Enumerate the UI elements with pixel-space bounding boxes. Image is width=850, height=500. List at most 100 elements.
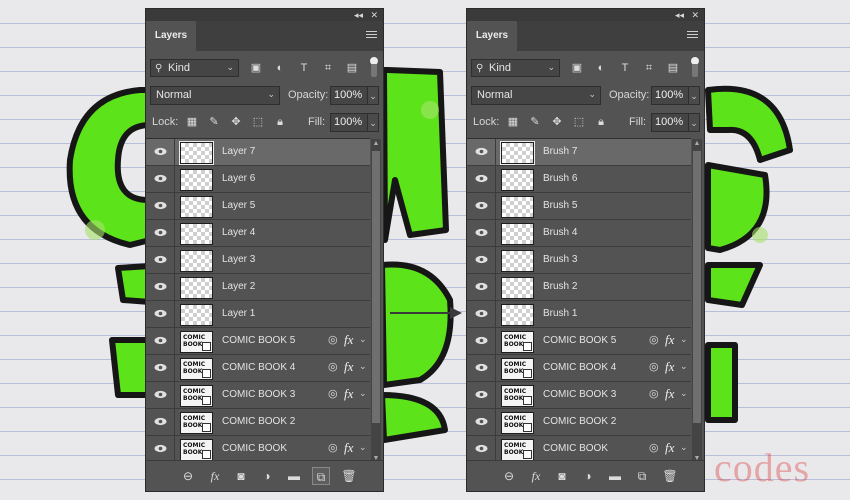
layer-row[interactable]: COMIC BOOK COMIC BOOK 4 ◎ fx ⌄	[146, 355, 370, 382]
layer-thumbnail[interactable]	[180, 169, 213, 191]
pixel-filter-icon[interactable]: ▣	[569, 60, 585, 76]
add-mask-icon[interactable]: ◙	[553, 467, 571, 485]
layer-list-scrollbar[interactable]: ▲ ▼	[371, 139, 381, 464]
expand-effects-icon[interactable]: ⌄	[680, 334, 688, 345]
filter-toggle[interactable]	[691, 57, 699, 79]
layer-thumbnail[interactable]	[501, 304, 534, 326]
layer-row[interactable]: Brush 7	[467, 139, 691, 166]
visibility-eye-icon[interactable]	[146, 193, 175, 219]
visibility-eye-icon[interactable]	[467, 328, 496, 354]
smart-object-thumbnail[interactable]: COMIC BOOK	[180, 385, 213, 407]
smart-object-thumbnail[interactable]: COMIC BOOK	[501, 439, 534, 461]
fx-icon[interactable]: fx	[344, 386, 353, 402]
smart-object-thumbnail[interactable]: COMIC BOOK	[180, 439, 213, 461]
lock-all-icon[interactable]: 🔒︎	[593, 114, 609, 130]
layer-name[interactable]: COMIC BOOK	[543, 443, 608, 454]
layer-row[interactable]: Layer 2	[146, 274, 370, 301]
layer-thumbnail[interactable]	[180, 277, 213, 299]
visibility-eye-icon[interactable]	[467, 166, 496, 192]
add-mask-icon[interactable]: ◙	[232, 467, 250, 485]
layer-row[interactable]: COMIC BOOK COMIC BOOK 2	[467, 409, 691, 436]
layer-name[interactable]: Layer 5	[222, 200, 255, 211]
layer-row[interactable]: Layer 4	[146, 220, 370, 247]
layer-row[interactable]: Brush 6	[467, 166, 691, 193]
adjustment-layer-icon[interactable]: ◑	[579, 467, 597, 485]
scroll-up-icon[interactable]: ▲	[371, 139, 381, 149]
layer-name[interactable]: Layer 3	[222, 254, 255, 265]
lock-image-brush-icon[interactable]: ✎	[527, 114, 543, 130]
layer-row[interactable]: Layer 6	[146, 166, 370, 193]
layer-list-scrollbar[interactable]: ▲ ▼	[692, 139, 702, 464]
filter-toggle[interactable]	[370, 57, 378, 79]
layer-row[interactable]: COMIC BOOK COMIC BOOK 4 ◎ fx ⌄	[467, 355, 691, 382]
smart-filter-icon[interactable]: ◎	[328, 360, 338, 373]
delete-layer-icon[interactable]: 🗑︎	[661, 467, 679, 485]
layer-row[interactable]: COMIC BOOK COMIC BOOK 2	[146, 409, 370, 436]
visibility-eye-icon[interactable]	[146, 409, 175, 435]
smart-filter-icon[interactable]: ◎	[649, 333, 659, 346]
new-group-icon[interactable]: ▬	[285, 467, 303, 485]
adjustment-layer-icon[interactable]: ◑	[258, 467, 276, 485]
layer-row[interactable]: Brush 1	[467, 301, 691, 328]
visibility-eye-icon[interactable]	[146, 355, 175, 381]
layer-thumbnail[interactable]	[179, 141, 214, 165]
layer-style-icon[interactable]: fx	[527, 467, 545, 485]
visibility-eye-icon[interactable]	[467, 436, 496, 462]
lock-image-brush-icon[interactable]: ✎	[206, 114, 222, 130]
visibility-eye-icon[interactable]	[467, 193, 496, 219]
visibility-eye-icon[interactable]	[146, 382, 175, 408]
layer-row[interactable]: Layer 1	[146, 301, 370, 328]
visibility-eye-icon[interactable]	[467, 247, 496, 273]
expand-effects-icon[interactable]: ⌄	[359, 334, 367, 345]
shape-filter-icon[interactable]: ⌗	[641, 60, 657, 76]
fill-chevron-icon[interactable]: ⌄	[688, 113, 700, 132]
opacity-field[interactable]: 100%	[330, 86, 368, 105]
lock-artboard-icon[interactable]: ⬚	[250, 114, 266, 130]
fill-field[interactable]: 100%	[330, 113, 368, 132]
layer-row[interactable]: Layer 7	[146, 139, 370, 166]
opacity-field[interactable]: 100%	[651, 86, 689, 105]
smart-filter-icon[interactable]: ◎	[328, 333, 338, 346]
layer-row[interactable]: Brush 4	[467, 220, 691, 247]
layer-name[interactable]: Brush 7	[543, 146, 577, 157]
layer-name[interactable]: Layer 6	[222, 173, 255, 184]
visibility-eye-icon[interactable]	[146, 436, 175, 462]
fx-icon[interactable]: fx	[344, 359, 353, 375]
delete-layer-icon[interactable]: 🗑︎	[340, 467, 358, 485]
fx-icon[interactable]: fx	[665, 332, 674, 348]
filter-kind-dropdown[interactable]: ⚲ Kind ⌄	[471, 59, 560, 77]
filter-kind-dropdown[interactable]: ⚲ Kind ⌄	[150, 59, 239, 77]
layer-name[interactable]: Layer 2	[222, 281, 255, 292]
collapse-icon[interactable]: ◂◂	[354, 9, 363, 21]
visibility-eye-icon[interactable]	[467, 382, 496, 408]
layer-thumbnail[interactable]	[500, 141, 535, 165]
adjustment-filter-icon[interactable]: ◐	[593, 60, 609, 76]
panel-menu-icon[interactable]	[687, 31, 698, 40]
expand-effects-icon[interactable]: ⌄	[680, 442, 688, 453]
expand-effects-icon[interactable]: ⌄	[359, 442, 367, 453]
tab-layers[interactable]: Layers	[146, 21, 196, 51]
type-filter-icon[interactable]: T	[296, 60, 312, 76]
layer-thumbnail[interactable]	[180, 304, 213, 326]
layer-thumbnail[interactable]	[180, 250, 213, 272]
smart-filter-icon[interactable]: ◎	[649, 360, 659, 373]
visibility-eye-icon[interactable]	[146, 274, 175, 300]
blend-mode-dropdown[interactable]: Normal ⌄	[471, 86, 601, 105]
lock-all-icon[interactable]: 🔒︎	[272, 114, 288, 130]
visibility-eye-icon[interactable]	[467, 409, 496, 435]
pixel-filter-icon[interactable]: ▣	[248, 60, 264, 76]
layer-row[interactable]: Layer 5	[146, 193, 370, 220]
layer-thumbnail[interactable]	[180, 223, 213, 245]
smart-object-thumbnail[interactable]: COMIC BOOK	[180, 358, 213, 380]
layer-row[interactable]: COMIC BOOK COMIC BOOK ◎ fx ⌄	[146, 436, 370, 463]
collapse-icon[interactable]: ◂◂	[675, 9, 684, 21]
visibility-eye-icon[interactable]	[467, 139, 496, 165]
fx-icon[interactable]: fx	[665, 386, 674, 402]
fx-icon[interactable]: fx	[344, 332, 353, 348]
smart-object-thumbnail[interactable]: COMIC BOOK	[501, 385, 534, 407]
layer-name[interactable]: Brush 3	[543, 254, 577, 265]
layer-name[interactable]: COMIC BOOK 2	[222, 416, 295, 427]
smart-object-thumbnail[interactable]: COMIC BOOK	[180, 412, 213, 434]
expand-effects-icon[interactable]: ⌄	[680, 361, 688, 372]
layer-thumbnail[interactable]	[501, 196, 534, 218]
